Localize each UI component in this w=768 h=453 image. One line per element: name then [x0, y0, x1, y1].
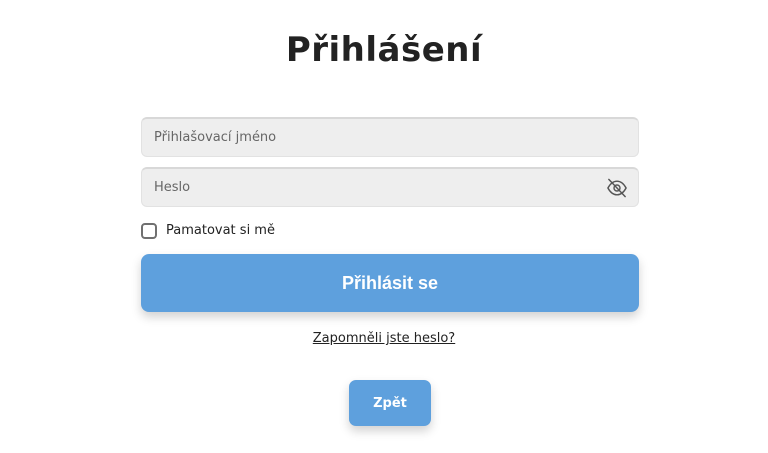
remember-me[interactable]: Pamatovat si mě: [141, 219, 275, 241]
username-input[interactable]: [154, 119, 594, 156]
remember-me-label: Pamatovat si mě: [166, 222, 275, 238]
remember-me-checkbox[interactable]: [141, 223, 157, 239]
eye-slash-icon[interactable]: [606, 178, 628, 198]
page-title: Přihlášení: [285, 30, 483, 70]
username-field-wrapper: [141, 117, 639, 157]
login-page: Přihlášení Pamatovat si mě Přihlásit se …: [0, 0, 768, 453]
password-input[interactable]: [154, 169, 594, 206]
forgot-password-link[interactable]: Zapomněli jste heslo?: [313, 331, 455, 346]
login-button[interactable]: Přihlásit se: [141, 254, 639, 312]
forgot-password-row: Zapomněli jste heslo?: [0, 330, 768, 348]
password-field-wrapper: [141, 167, 639, 207]
back-button[interactable]: Zpět: [349, 380, 431, 426]
